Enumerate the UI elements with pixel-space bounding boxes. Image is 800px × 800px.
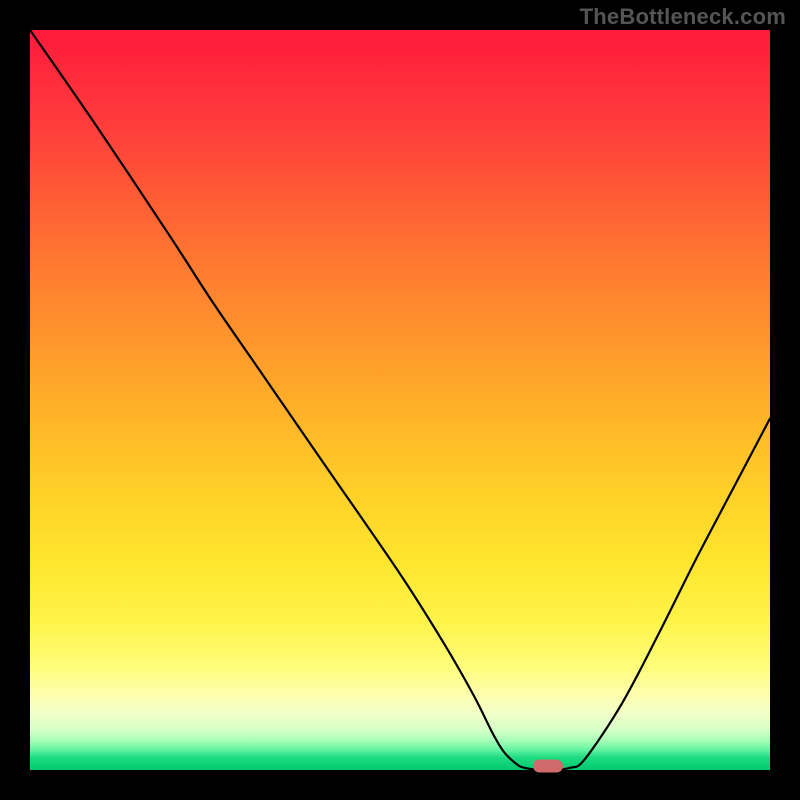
- chart-stage: TheBottleneck.com: [0, 0, 800, 800]
- watermark-text: TheBottleneck.com: [580, 4, 786, 30]
- plot-gradient-background: [30, 30, 770, 770]
- optimal-point-marker: [533, 760, 563, 773]
